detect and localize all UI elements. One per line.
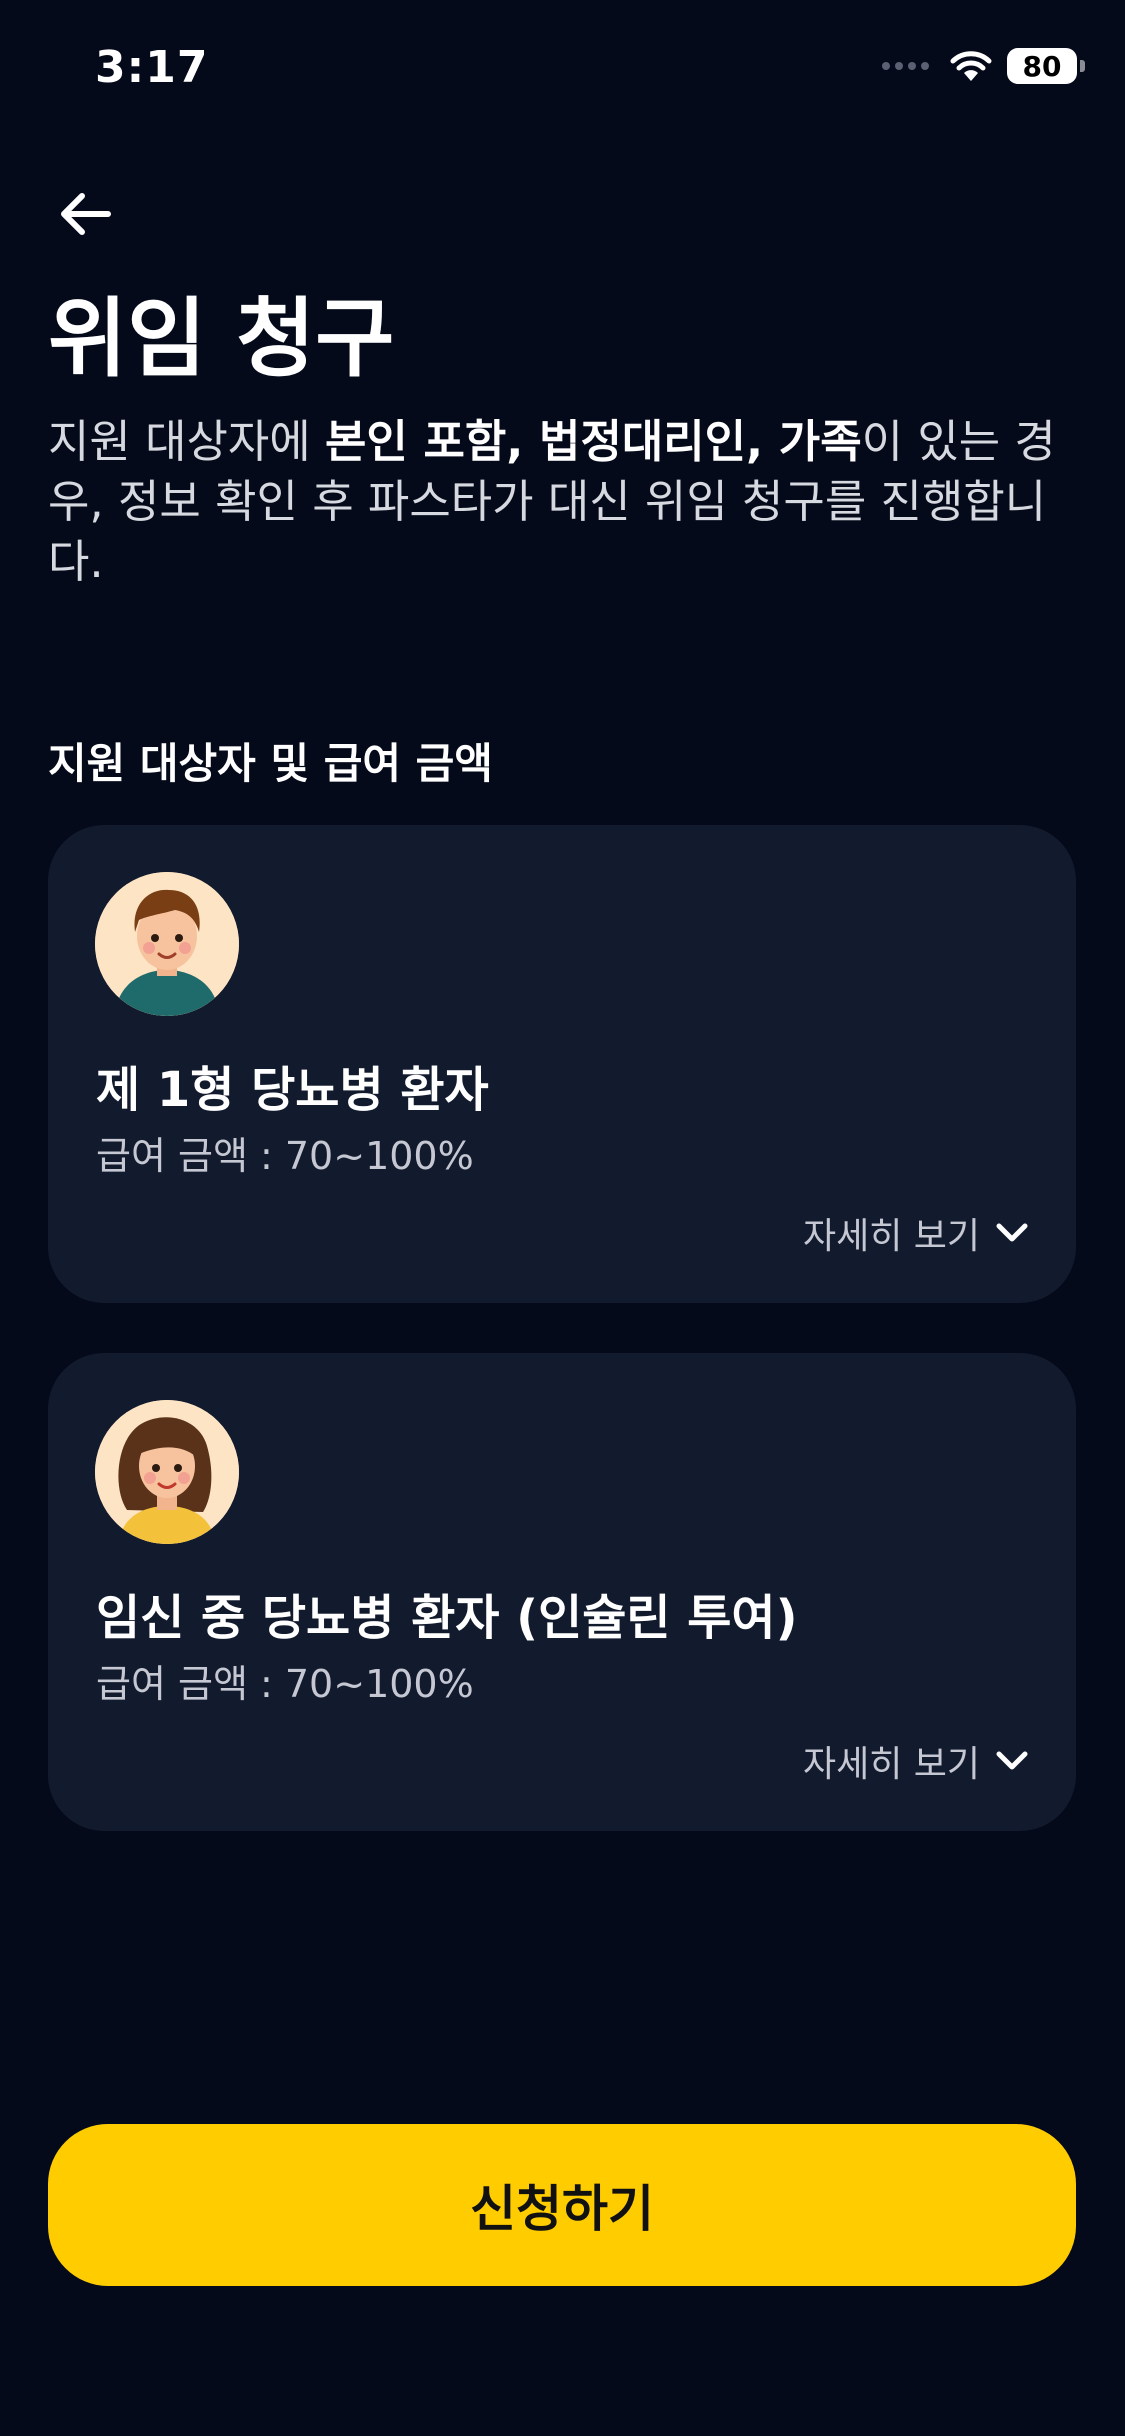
male-avatar-icon <box>95 872 239 1016</box>
female-avatar-icon <box>95 1400 239 1544</box>
status-bar: 3:17 80 <box>0 0 1125 140</box>
beneficiary-card: 임신 중 당뇨병 환자 (인슐린 투여) 급여 금액 : 70~100% 자세히… <box>48 1353 1076 1831</box>
card-title: 임신 중 당뇨병 환자 (인슐린 투여) <box>96 1590 798 1646</box>
page-description: 지원 대상자에 본인 포함, 법정대리인, 가족이 있는 경우, 정보 확인 후… <box>48 412 1078 592</box>
description-highlight: 본인 포함, 법정대리인, 가족 <box>325 415 862 468</box>
card-amount: 급여 금액 : 70~100% <box>96 1134 474 1178</box>
view-details-label: 자세히 보기 <box>802 1216 980 1257</box>
battery-icon: 80 <box>1007 48 1085 84</box>
chevron-down-icon <box>996 1751 1028 1771</box>
page-title: 위임 청구 <box>48 289 395 389</box>
card-title: 제 1형 당뇨병 환자 <box>96 1062 489 1118</box>
cellular-signal-icon <box>882 62 929 70</box>
status-icons: 80 <box>882 48 1085 84</box>
view-details-label: 자세히 보기 <box>802 1744 980 1785</box>
view-details-button[interactable]: 자세히 보기 <box>803 1207 1028 1259</box>
battery-level: 80 <box>1022 49 1062 83</box>
card-amount: 급여 금액 : 70~100% <box>96 1662 474 1706</box>
status-time: 3:17 <box>95 42 209 93</box>
chevron-down-icon <box>996 1223 1028 1243</box>
description-text-1: 지원 대상자에 <box>48 415 326 468</box>
apply-button[interactable]: 신청하기 <box>48 2124 1076 2286</box>
view-details-button[interactable]: 자세히 보기 <box>803 1735 1028 1787</box>
beneficiary-card: 제 1형 당뇨병 환자 급여 금액 : 70~100% 자세히 보기 <box>48 825 1076 1303</box>
back-button[interactable] <box>52 188 116 244</box>
wifi-icon <box>949 49 993 83</box>
section-title: 지원 대상자 및 급여 금액 <box>48 739 493 788</box>
arrow-left-icon <box>56 190 112 242</box>
